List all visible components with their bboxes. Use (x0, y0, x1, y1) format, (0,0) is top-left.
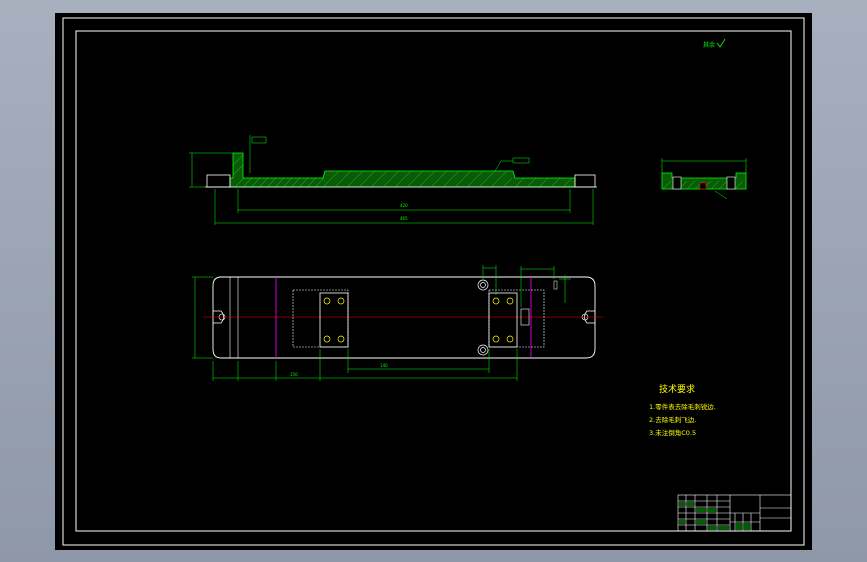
title-block (677, 494, 792, 532)
tech-requirements: 技术要求 1.零件表去除毛刺锐边. 2.去除毛刺飞边. 3.未注倒角C0.5 (649, 383, 716, 437)
roughness-symbol: 其余 (703, 38, 726, 49)
locating-holes (477, 279, 489, 356)
plate-outline (212, 276, 596, 359)
side-section-view (661, 158, 747, 200)
svg-text:465: 465 (400, 216, 408, 221)
tech-item-2: 2.去除毛刺飞边. (649, 415, 696, 424)
outer-frame (62, 17, 805, 546)
right-end-block (574, 174, 596, 188)
title-block-fill (679, 502, 750, 530)
roughness-check-icon (716, 38, 726, 48)
front-section-view: 465 420 (189, 135, 597, 225)
inner-frame (75, 30, 792, 532)
svg-text:140: 140 (380, 363, 388, 368)
cad-drawing: 其余 465 420 140 150 技术要求 1.零件表去除毛刺锐边. 2.去… (62, 17, 805, 546)
tech-requirements-title: 技术要求 (659, 383, 695, 395)
tech-item-3: 3.未注倒角C0.5 (649, 428, 696, 437)
svg-text:420: 420 (400, 203, 408, 208)
plan-view: 140 150 (192, 265, 603, 381)
right-pad-holes (492, 297, 514, 343)
drawing-sheet: 其余 465 420 140 150 技术要求 1.零件表去除毛刺锐边. 2.去… (55, 13, 812, 550)
left-pad-holes (323, 297, 345, 343)
tech-item-1: 1.零件表去除毛刺锐边. (649, 402, 716, 411)
roughness-label: 其余 (703, 41, 715, 49)
left-end-block (206, 174, 231, 188)
svg-text:150: 150 (290, 372, 298, 377)
